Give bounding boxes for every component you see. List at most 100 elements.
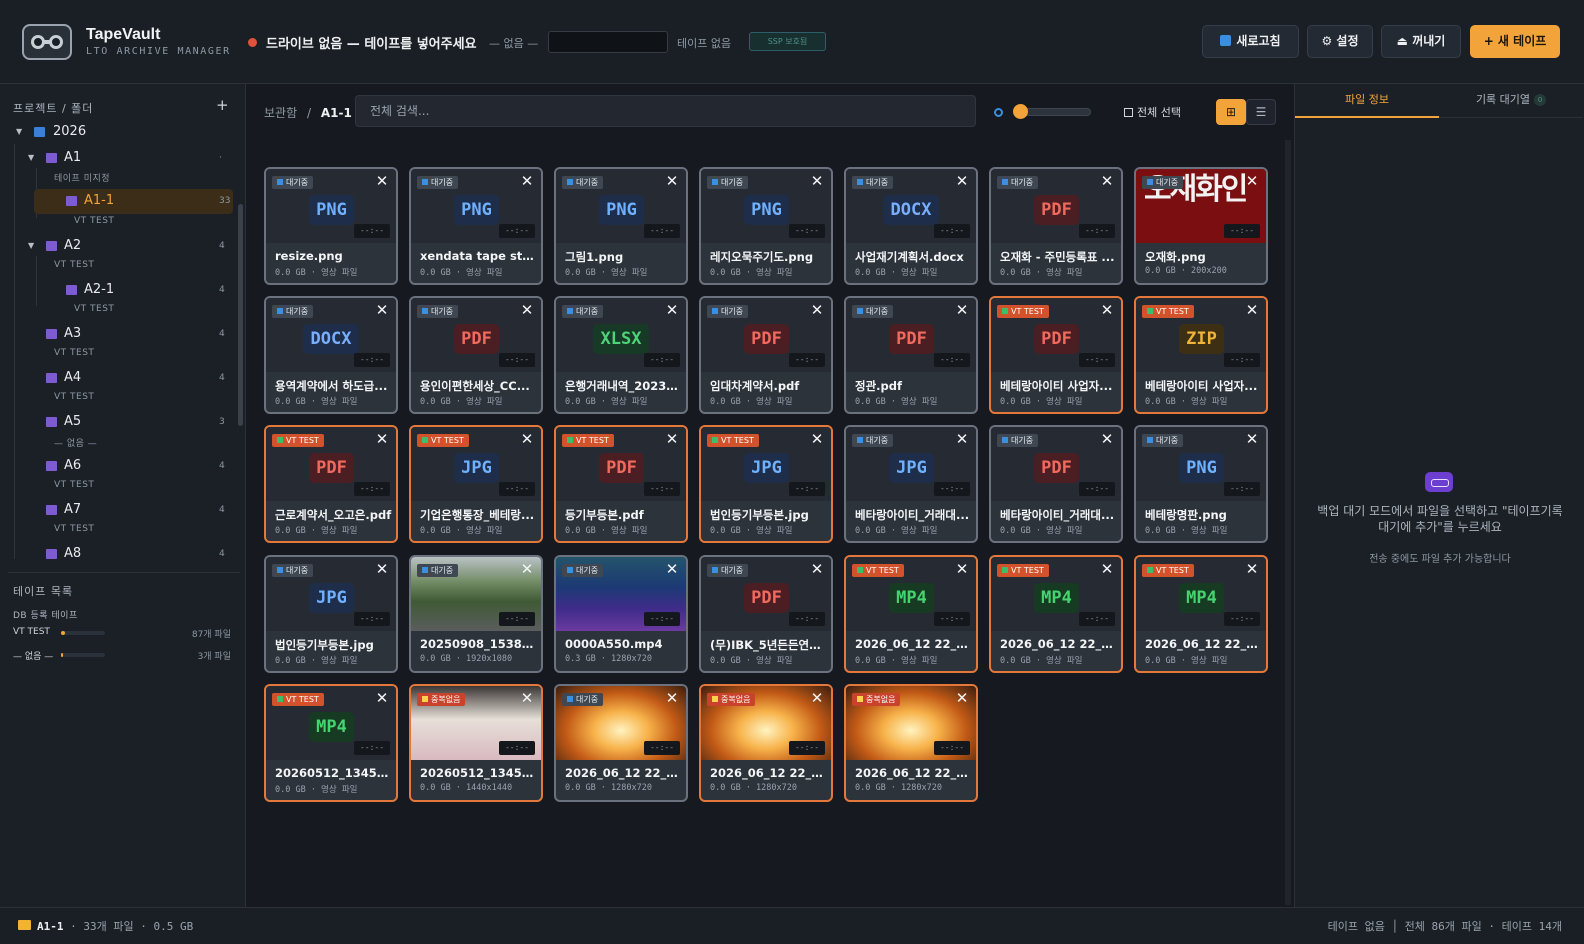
search-input[interactable]: 전체 검색... — [355, 95, 976, 127]
file-card[interactable]: PNG 대기중 ✕ --:-- 레지오묵주기도.png 0.0 GB · 영상 파일 — [699, 167, 833, 285]
close-icon[interactable]: ✕ — [954, 173, 970, 189]
close-icon[interactable]: ✕ — [954, 431, 970, 447]
tree-item-a5[interactable]: A5 3 — [0, 412, 240, 434]
close-icon[interactable]: ✕ — [374, 302, 390, 318]
close-icon[interactable]: ✕ — [664, 173, 680, 189]
close-icon[interactable]: ✕ — [809, 431, 825, 447]
close-icon[interactable]: ✕ — [664, 431, 680, 447]
close-icon[interactable]: ✕ — [1244, 561, 1260, 577]
drive-field[interactable] — [548, 31, 668, 53]
file-card[interactable]: PNG 대기중 ✕ --:-- 베테랑명판.png 0.0 GB · 영상 파일 — [1134, 425, 1268, 543]
close-icon[interactable]: ✕ — [1099, 302, 1115, 318]
tree-item-a8[interactable]: A8 4 — [0, 544, 240, 566]
file-card[interactable]: DOCX 대기중 ✕ --:-- 용역계약에서 하도급... 0.0 GB · 영상 파일 — [264, 296, 398, 414]
file-card[interactable]: PDF 대기중 ✕ --:-- 임대차계약서.pdf 0.0 GB · 영상 파일 — [699, 296, 833, 414]
close-icon[interactable]: ✕ — [809, 561, 825, 577]
tab-file-info[interactable]: 파일 정보 — [1295, 84, 1439, 118]
file-card[interactable]: JPG 대기중 ✕ --:-- 법인등기부등본.jpg 0.0 GB · 영상 파일 — [264, 555, 398, 673]
file-card[interactable]: PDF 대기중 ✕ --:-- 오재화 - 주민등록표 ... 0.0 GB · 영상 파… — [989, 167, 1123, 285]
close-icon[interactable]: ✕ — [374, 431, 390, 447]
close-icon[interactable]: ✕ — [519, 302, 535, 318]
tape-item-vt-test[interactable]: VT TEST 87개 파일 — [13, 627, 233, 641]
close-icon[interactable]: ✕ — [374, 690, 390, 706]
tree-item-a6[interactable]: A6 4 — [0, 456, 240, 478]
eject-button[interactable]: ⏏ 꺼내기 — [1381, 25, 1461, 58]
file-type-label: MP4 — [889, 583, 934, 613]
chevron-down-icon[interactable]: ▼ — [28, 241, 34, 250]
tree-item-a7[interactable]: A7 4 — [0, 500, 240, 522]
file-card[interactable]: 중복없음 ✕ --:-- 2026_06_12 22_41 (... 0.0 GB · … — [699, 684, 833, 802]
select-all-checkbox[interactable]: 전체 선택 — [1124, 104, 1181, 120]
new-tape-button[interactable]: + 새 테이프 — [1470, 25, 1560, 58]
close-icon[interactable]: ✕ — [1244, 173, 1260, 189]
breadcrumb-root[interactable]: 보관함 — [264, 106, 297, 120]
close-icon[interactable]: ✕ — [374, 561, 390, 577]
file-card[interactable]: PNG 대기중 ✕ --:-- resize.png 0.0 GB · 영상 파일 — [264, 167, 398, 285]
tree-item-a2[interactable]: ▼ A2 4 — [0, 236, 240, 258]
add-folder-button[interactable]: + — [216, 96, 229, 114]
close-icon[interactable]: ✕ — [519, 561, 535, 577]
file-card[interactable]: 대기중 ✕ --:-- 2026_06_12 22_41 (... 0.0 GB · 1… — [554, 684, 688, 802]
tree-item-a2-1[interactable]: A2-1 4 — [0, 280, 240, 302]
refresh-button[interactable]: 새로고침 — [1202, 25, 1299, 58]
zoom-slider[interactable] — [1013, 104, 1091, 119]
settings-button[interactable]: ⚙ 설정 — [1307, 25, 1373, 58]
file-card[interactable]: DOCX 대기중 ✕ --:-- 사업재기계획서.docx 0.0 GB · 영상 파일 — [844, 167, 978, 285]
tape-item-none[interactable]: — 없음 — 3개 파일 — [13, 649, 233, 663]
file-card[interactable]: 오재화인 대기중 ✕ --:-- 오재화.png 0.0 GB · 200x200 — [1134, 167, 1268, 285]
file-card[interactable]: 중복없음 ✕ --:-- 20260512_134546.... 0.0 GB · 14… — [409, 684, 543, 802]
close-icon[interactable]: ✕ — [1244, 302, 1260, 318]
close-icon[interactable]: ✕ — [809, 690, 825, 706]
file-card[interactable]: MP4 VT TEST ✕ --:-- 2026_06_12 22_41 (... 0.0… — [1134, 555, 1268, 673]
tree-item-a1[interactable]: ▼ A1 · — [0, 148, 240, 170]
file-card[interactable]: MP4 VT TEST ✕ --:-- 2026_06_12 22_41 (... 0.0… — [989, 555, 1123, 673]
main-scrollbar[interactable] — [1285, 140, 1291, 905]
file-card[interactable]: MP4 VT TEST ✕ --:-- 2026_06_12 22_41 (... 0.0… — [844, 555, 978, 673]
chevron-down-icon[interactable]: ▼ — [16, 127, 22, 136]
file-card[interactable]: ZIP VT TEST ✕ --:-- 베테랑아이티 사업자... 0.0 GB · 영상… — [1134, 296, 1268, 414]
list-view-button[interactable]: ☰ — [1246, 99, 1276, 125]
close-icon[interactable]: ✕ — [519, 173, 535, 189]
tree-item-a1-1[interactable]: A1-1 33 — [0, 191, 240, 213]
file-card[interactable]: 대기중 ✕ --:-- 0000A550.mp4 0.3 GB · 1280x720 — [554, 555, 688, 673]
close-icon[interactable]: ✕ — [809, 302, 825, 318]
close-icon[interactable]: ✕ — [1099, 173, 1115, 189]
file-card[interactable]: PDF VT TEST ✕ --:-- 등기부등본.pdf 0.0 GB · 영상 파일 — [554, 425, 688, 543]
file-card[interactable]: JPG VT TEST ✕ --:-- 기업은행통장_베테랑... 0.0 GB · 영상… — [409, 425, 543, 543]
file-card[interactable]: 대기중 ✕ --:-- 20250908_153848.... 0.0 GB · 192… — [409, 555, 543, 673]
close-icon[interactable]: ✕ — [954, 561, 970, 577]
chevron-down-icon[interactable]: ▼ — [28, 153, 34, 162]
tree-item-a4[interactable]: A4 4 — [0, 368, 240, 390]
close-icon[interactable]: ✕ — [1099, 431, 1115, 447]
grid-view-button[interactable]: ⊞ — [1216, 99, 1246, 125]
zoom-slider-knob[interactable] — [1013, 104, 1028, 119]
file-card[interactable]: PNG 대기중 ✕ --:-- 그림1.png 0.0 GB · 영상 파일 — [554, 167, 688, 285]
close-icon[interactable]: ✕ — [519, 431, 535, 447]
file-card[interactable]: PDF VT TEST ✕ --:-- 베테랑아이티 사업자... 0.0 GB · 영상… — [989, 296, 1123, 414]
file-card[interactable]: JPG VT TEST ✕ --:-- 법인등기부등본.jpg 0.0 GB · 영상 파… — [699, 425, 833, 543]
sidebar-scrollbar[interactable] — [238, 204, 243, 426]
file-card[interactable]: 중복없음 ✕ --:-- 2026_06_12 22_41 (... 0.0 GB · … — [844, 684, 978, 802]
close-icon[interactable]: ✕ — [664, 690, 680, 706]
close-icon[interactable]: ✕ — [954, 690, 970, 706]
file-card[interactable]: PDF 대기중 ✕ --:-- 베타랑아이티_거래대... 0.0 GB · 영상 파일 — [989, 425, 1123, 543]
close-icon[interactable]: ✕ — [1244, 431, 1260, 447]
close-icon[interactable]: ✕ — [374, 173, 390, 189]
tree-item-a3[interactable]: A3 4 — [0, 324, 240, 346]
tree-item-2026[interactable]: ▼ 2026 — [0, 122, 240, 144]
file-card[interactable]: PDF 대기중 ✕ --:-- (무)IBK_5년든든연금... 0.0 GB · 영상 … — [699, 555, 833, 673]
close-icon[interactable]: ✕ — [664, 561, 680, 577]
tab-record-queue[interactable]: 기록 대기열 0 — [1439, 84, 1583, 118]
file-card[interactable]: MP4 VT TEST ✕ --:-- 20260512_134546.... 0.0 G… — [264, 684, 398, 802]
file-card[interactable]: PNG대기중 ✕ --:-- xendata tape stuck... 0.0 GB … — [409, 167, 543, 285]
file-card[interactable]: PDF VT TEST ✕ --:-- 근로계약서_오고은.pdf 0.0 GB · 영상… — [264, 425, 398, 543]
close-icon[interactable]: ✕ — [664, 302, 680, 318]
file-card[interactable]: XLSX 대기중 ✕ --:-- 은행거래내역_20231... 0.0 GB · 영상 … — [554, 296, 688, 414]
close-icon[interactable]: ✕ — [954, 302, 970, 318]
close-icon[interactable]: ✕ — [809, 173, 825, 189]
file-card[interactable]: PDF 대기중 ✕ --:-- 정관.pdf 0.0 GB · 영상 파일 — [844, 296, 978, 414]
file-card[interactable]: PDF 대기중 ✕ --:-- 용인이편한세상_CC... 0.0 GB · 영상 파일 — [409, 296, 543, 414]
close-icon[interactable]: ✕ — [1099, 561, 1115, 577]
file-card[interactable]: JPG 대기중 ✕ --:-- 베타랑아이티_거래대... 0.0 GB · 영상 파일 — [844, 425, 978, 543]
close-icon[interactable]: ✕ — [519, 690, 535, 706]
